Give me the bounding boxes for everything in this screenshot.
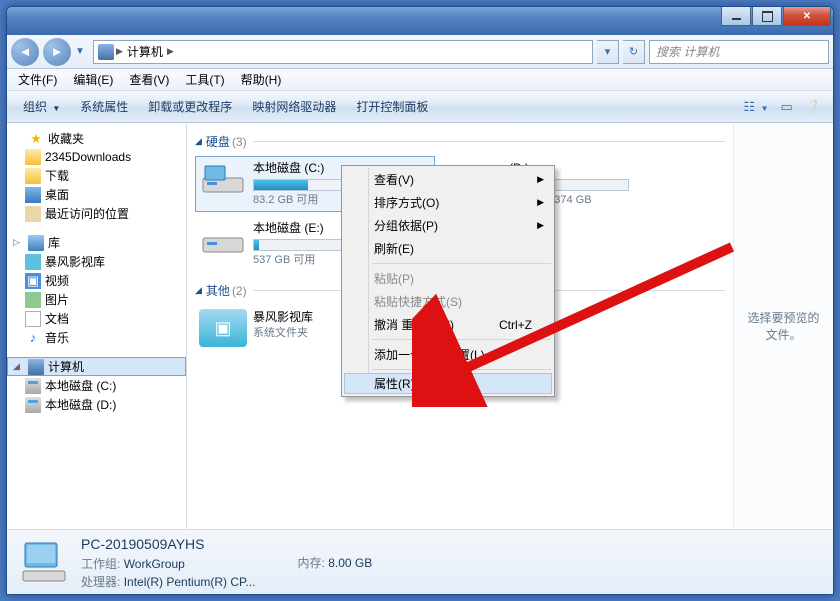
tree-drive-item[interactable]: 本地磁盘 (C:)	[7, 376, 186, 395]
drive-icon	[199, 220, 247, 260]
menu-tools[interactable]: 工具(T)	[178, 69, 231, 90]
tree-favorites[interactable]: ★收藏夹	[7, 129, 186, 148]
forward-button[interactable]: ►	[43, 38, 71, 66]
drive-icon	[25, 397, 41, 413]
toolbar-system-properties[interactable]: 系统属性	[70, 94, 138, 119]
recent-icon	[25, 206, 41, 222]
search-placeholder: 搜索 计算机	[656, 43, 719, 60]
ctx-undo[interactable]: 撤消 重命名(U)Ctrl+Z	[344, 313, 552, 336]
drive-icon	[25, 378, 41, 394]
media-folder-icon: ▣	[199, 309, 247, 347]
maximize-button[interactable]	[752, 7, 782, 26]
star-icon: ★	[28, 131, 44, 147]
computer-large-icon	[19, 537, 69, 587]
ctx-properties[interactable]: 属性(R)	[344, 373, 552, 394]
address-dropdown[interactable]: ▾	[597, 40, 619, 64]
ctx-sort[interactable]: 排序方式(O)▶	[344, 191, 552, 214]
close-button[interactable]	[783, 7, 831, 26]
tree-fav-item[interactable]: 最近访问的位置	[7, 204, 186, 223]
group-header-disk[interactable]: ◢ 硬盘 (3)	[195, 133, 725, 150]
desktop-icon	[25, 187, 41, 203]
tree-lib-item[interactable]: ♪音乐	[7, 328, 186, 347]
tree-fav-item[interactable]: 2345Downloads	[7, 148, 186, 166]
preview-pane: 选择要预览的文件。	[733, 123, 833, 529]
tree-fav-item[interactable]: 下载	[7, 166, 186, 185]
tree-lib-item[interactable]: 图片	[7, 290, 186, 309]
preview-pane-button[interactable]: ▭	[775, 95, 799, 119]
toolbar-uninstall[interactable]: 卸载或更改程序	[138, 94, 242, 119]
drive-icon	[199, 160, 247, 200]
titlebar	[7, 7, 833, 35]
explorer-window: ◄ ► ▼ ▶ 计算机 ▶ ▾ ↻ 搜索 计算机 文件(F) 编辑(E) 查看(…	[6, 6, 834, 595]
navigation-tree[interactable]: ★收藏夹 2345Downloads 下载 桌面 最近访问的位置 ▷库 暴风影视…	[7, 123, 187, 529]
menu-file[interactable]: 文件(F)	[11, 69, 64, 90]
toolbar-control-panel[interactable]: 打开控制面板	[346, 94, 438, 119]
menu-help[interactable]: 帮助(H)	[234, 69, 289, 90]
video-icon: ▣	[25, 273, 41, 289]
menu-view[interactable]: 查看(V)	[122, 69, 176, 90]
ctx-refresh[interactable]: 刷新(E)	[344, 237, 552, 260]
menu-edit[interactable]: 编辑(E)	[66, 69, 120, 90]
ctx-add-network-location[interactable]: 添加一个网络位置(L)	[344, 343, 552, 366]
details-col2: 内存: 8.00 GB	[298, 554, 373, 571]
details-col1: PC-20190509AYHS 工作组: WorkGroup 处理器: Inte…	[81, 534, 256, 591]
tree-lib-item[interactable]: ▣视频	[7, 271, 186, 290]
pictures-icon	[25, 292, 41, 308]
library-icon	[28, 235, 44, 251]
back-button[interactable]: ◄	[11, 38, 39, 66]
tree-drive-item[interactable]: 本地磁盘 (D:)	[7, 395, 186, 414]
search-input[interactable]: 搜索 计算机	[649, 40, 829, 64]
tree-lib-item[interactable]: 暴风影视库	[7, 252, 186, 271]
ctx-group[interactable]: 分组依据(P)▶	[344, 214, 552, 237]
music-icon: ♪	[25, 330, 41, 346]
help-button[interactable]: ❔	[799, 95, 827, 119]
toolbar-map-drive[interactable]: 映射网络驱动器	[242, 94, 346, 119]
ctx-separator	[372, 339, 551, 340]
tree-lib-item[interactable]: 文档	[7, 309, 186, 328]
ctx-separator	[372, 369, 551, 370]
details-pane: PC-20190509AYHS 工作组: WorkGroup 处理器: Inte…	[7, 529, 833, 594]
toolbar-organize[interactable]: 组织 ▼	[13, 94, 70, 119]
address-bar[interactable]: ▶ 计算机 ▶	[93, 40, 593, 64]
context-menu: 查看(V)▶ 排序方式(O)▶ 分组依据(P)▶ 刷新(E) 粘贴(P) 粘贴快…	[341, 165, 555, 397]
minimize-button[interactable]	[721, 7, 751, 26]
history-dropdown[interactable]: ▼	[75, 46, 89, 57]
refresh-button[interactable]: ↻	[623, 40, 645, 64]
breadcrumb-sep: ▶	[167, 46, 174, 57]
tree-fav-item[interactable]: 桌面	[7, 185, 186, 204]
ctx-paste: 粘贴(P)	[344, 267, 552, 290]
preview-placeholder: 选择要预览的文件。	[744, 309, 823, 343]
tree-computer[interactable]: ◢计算机	[7, 357, 186, 376]
folder-type: 系统文件夹	[253, 326, 313, 341]
ctx-separator	[372, 263, 551, 264]
computer-icon	[98, 44, 114, 60]
ctx-paste-shortcut: 粘贴快捷方式(S)	[344, 290, 552, 313]
navbar: ◄ ► ▼ ▶ 计算机 ▶ ▾ ↻ 搜索 计算机	[7, 35, 833, 69]
breadcrumb-sep: ▶	[116, 46, 123, 57]
view-mode-button[interactable]: ☷ ▼	[737, 95, 774, 119]
video-lib-icon	[25, 254, 41, 270]
ctx-view[interactable]: 查看(V)▶	[344, 168, 552, 191]
documents-icon	[25, 311, 41, 327]
folder-icon	[25, 149, 41, 165]
breadcrumb-root[interactable]: 计算机	[123, 43, 167, 60]
menubar: 文件(F) 编辑(E) 查看(V) 工具(T) 帮助(H)	[7, 69, 833, 91]
tree-library[interactable]: ▷库	[7, 233, 186, 252]
computer-icon	[28, 359, 44, 375]
toolbar: 组织 ▼ 系统属性 卸载或更改程序 映射网络驱动器 打开控制面板 ☷ ▼ ▭ ❔	[7, 91, 833, 123]
pc-name: PC-20190509AYHS	[81, 534, 256, 555]
folder-icon	[25, 168, 41, 184]
folder-name: 暴风影视库	[253, 309, 313, 326]
